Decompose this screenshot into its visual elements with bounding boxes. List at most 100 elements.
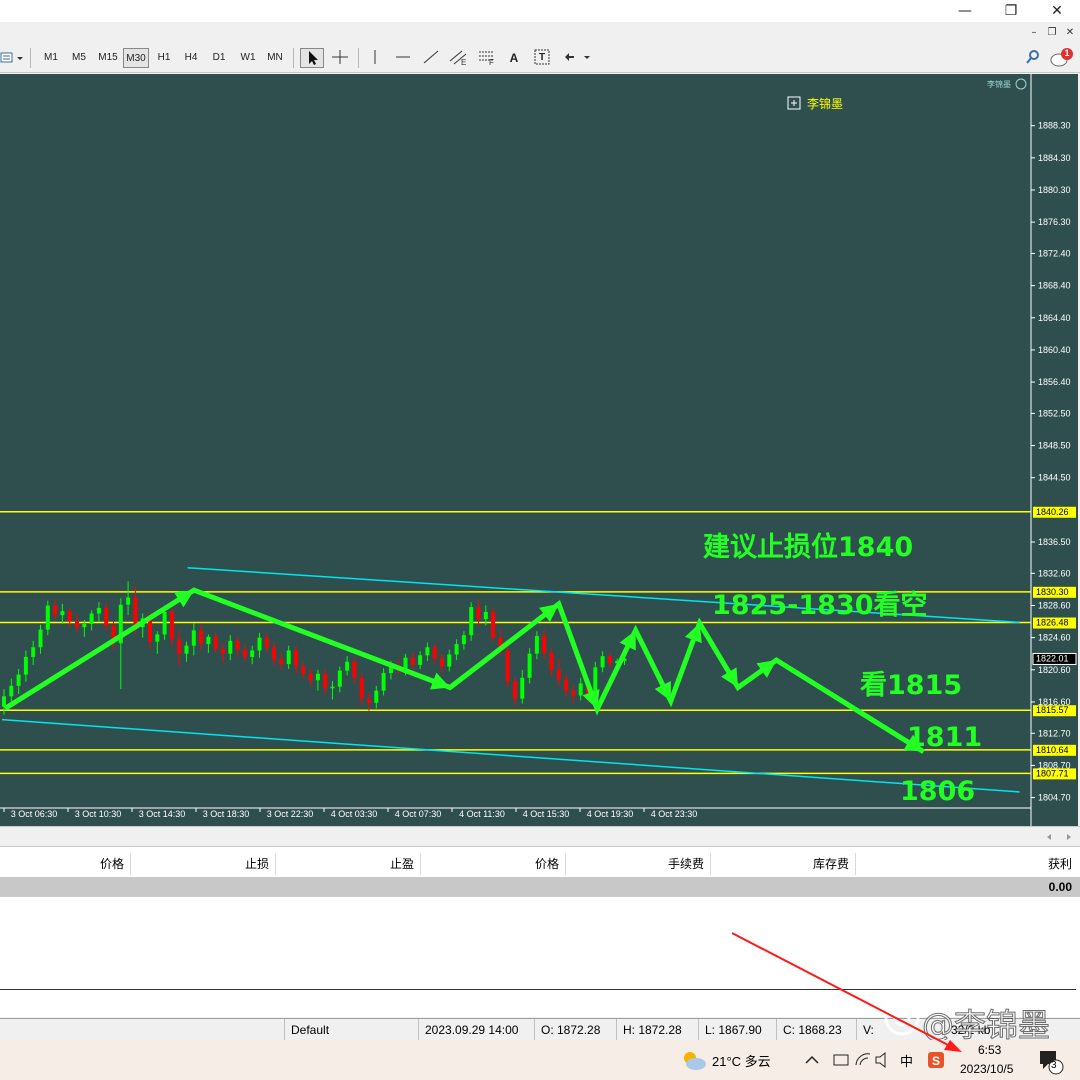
time-tick-label: 3 Oct 06:30: [11, 809, 58, 819]
candle-body: [520, 677, 525, 699]
price-tick-label: 1820.60: [1038, 665, 1071, 675]
search-button[interactable]: [1022, 48, 1044, 68]
price-tag-label: 1822.01: [1036, 653, 1069, 663]
horizontal-line-tool-button[interactable]: [392, 48, 414, 68]
col-profit[interactable]: 获利: [856, 853, 1078, 875]
horizontal-line-icon: [396, 56, 410, 58]
price-tag-label: 1807.71: [1036, 768, 1069, 778]
time-tick-label: 3 Oct 10:30: [75, 809, 122, 819]
candle-body: [483, 611, 488, 620]
chart-scrollbar[interactable]: [0, 826, 1080, 847]
equidistant-channel-tool-button[interactable]: E: [447, 48, 471, 68]
text-tool-button[interactable]: A: [504, 48, 524, 68]
chart-canvas: 1888.30 1884.30 1880.30 1876.30 1872.40 1868.…: [0, 74, 1077, 826]
price-tick-label: 1832.60: [1038, 568, 1071, 578]
time-tick-label: 4 Oct 07:30: [395, 809, 442, 819]
candle-body: [96, 607, 101, 614]
time-tick-label: 4 Oct 19:30: [587, 809, 634, 819]
vertical-line-tool-button[interactable]: [364, 48, 386, 68]
weather-text[interactable]: 21°C 多云: [712, 1051, 771, 1070]
terminal-balance-row[interactable]: 0.00: [0, 877, 1080, 897]
time-tick-label: 4 Oct 11:30: [459, 809, 505, 819]
timeframe-h4[interactable]: H4: [178, 48, 204, 68]
chart-minimize-button[interactable]: –: [1026, 25, 1042, 41]
col-stop-loss[interactable]: 止损: [131, 853, 276, 875]
forecast-arrowhead: [756, 660, 777, 678]
price-tick-label: 1852.50: [1038, 408, 1071, 418]
candle-body: [82, 623, 87, 628]
window-close-button[interactable]: ✕: [1034, 0, 1080, 22]
status-high: H: 1872.28: [616, 1019, 698, 1041]
time-tick-label: 4 Oct 23:30: [651, 809, 698, 819]
candle-body: [432, 647, 437, 659]
col-take-profit[interactable]: 止盈: [276, 853, 421, 875]
weibo-watermark: @李锦墨: [882, 998, 1078, 1045]
ime-mode-indicator[interactable]: 中: [900, 1051, 913, 1070]
crosshair-tool-button[interactable]: [328, 48, 352, 68]
candle-body: [367, 698, 371, 703]
candle-body: [534, 636, 539, 654]
arrows-tool-dropdown[interactable]: [560, 48, 594, 68]
text-label-glyph: T: [538, 52, 546, 63]
timeframe-w1[interactable]: W1: [235, 48, 261, 68]
price-tag-label: 1840.26: [1036, 507, 1069, 517]
candle-body: [607, 656, 612, 664]
status-profile[interactable]: Default: [284, 1019, 418, 1041]
col-price-open[interactable]: 价格: [0, 853, 131, 875]
toolbar: M1 M5 M15 M30 H1 H4 D1 W1 MN E F A T 1: [0, 44, 1080, 73]
candle-body: [440, 658, 444, 667]
candle-body: [213, 636, 218, 649]
price-tick-label: 1860.40: [1038, 345, 1071, 355]
col-swap[interactable]: 库存费: [711, 853, 856, 875]
chart-close-button[interactable]: ✕: [1062, 25, 1078, 41]
candle-body: [374, 690, 379, 703]
candle-body: [447, 654, 452, 667]
candle-body: [9, 685, 14, 697]
candle-body: [323, 673, 328, 689]
price-tick-label: 1888.30: [1038, 121, 1071, 131]
candle-body: [337, 670, 342, 687]
candle-body: [184, 645, 189, 654]
timeframe-m15[interactable]: M15: [94, 48, 122, 68]
price-tick-label: 1812.70: [1038, 728, 1071, 738]
trendline-tool-button[interactable]: [420, 48, 442, 68]
candle-body: [593, 667, 598, 694]
chart-type-dropdown[interactable]: [0, 48, 26, 68]
price-tag-label: 1810.64: [1036, 745, 1069, 755]
timeframe-d1[interactable]: D1: [206, 48, 232, 68]
col-price-current[interactable]: 价格: [421, 853, 566, 875]
clock-date[interactable]: 2023/10/5: [960, 1062, 1013, 1076]
indicator-legend-label: 李锦墨: [807, 96, 843, 111]
notifications-button[interactable]: 1: [1048, 48, 1076, 68]
fibonacci-tool-button[interactable]: F: [475, 48, 499, 68]
candle-body: [264, 637, 269, 648]
cursor-tool-button[interactable]: [300, 48, 324, 68]
terminal-header: 价格 止损 止盈 价格 手续费 库存费 获利: [0, 853, 1080, 875]
cloud-sun-icon[interactable]: [680, 1048, 708, 1072]
timeframe-m5[interactable]: M5: [66, 48, 92, 68]
battery-icon: [833, 1054, 849, 1066]
window-restore-button[interactable]: ❐: [988, 0, 1034, 22]
timeframe-h1[interactable]: H1: [151, 48, 177, 68]
text-label-tool-button[interactable]: T: [531, 48, 553, 68]
timeframe-mn[interactable]: MN: [262, 48, 288, 68]
expert-advisor-label: 李锦墨: [987, 79, 1011, 89]
window-minimize-button[interactable]: —: [942, 0, 988, 22]
candle-body: [527, 653, 532, 678]
tray-icons: S: [805, 1051, 944, 1069]
price-chart[interactable]: 1888.30 1884.30 1880.30 1876.30 1872.40 1868.…: [0, 74, 1078, 826]
crosshair-icon: [332, 50, 348, 64]
time-tick-label: 3 Oct 14:30: [139, 809, 186, 819]
target-1806-annotation: 1806: [900, 776, 975, 807]
timeframe-m1[interactable]: M1: [38, 48, 64, 68]
timeframe-m30[interactable]: M30: [123, 48, 149, 68]
price-tick-label: 1880.30: [1038, 185, 1071, 195]
time-tick-label: 4 Oct 03:30: [331, 809, 378, 819]
candle-body: [513, 681, 517, 699]
col-commission[interactable]: 手续费: [566, 853, 711, 875]
notification-count-badge: 1: [1064, 48, 1070, 58]
candle-body: [549, 652, 554, 670]
clock-time[interactable]: 6:53: [978, 1043, 1001, 1057]
taskbar: 21°C 多云 S 中 6:53 2023/10/5 3: [0, 1040, 1080, 1080]
chart-restore-button[interactable]: ❐: [1044, 25, 1060, 41]
